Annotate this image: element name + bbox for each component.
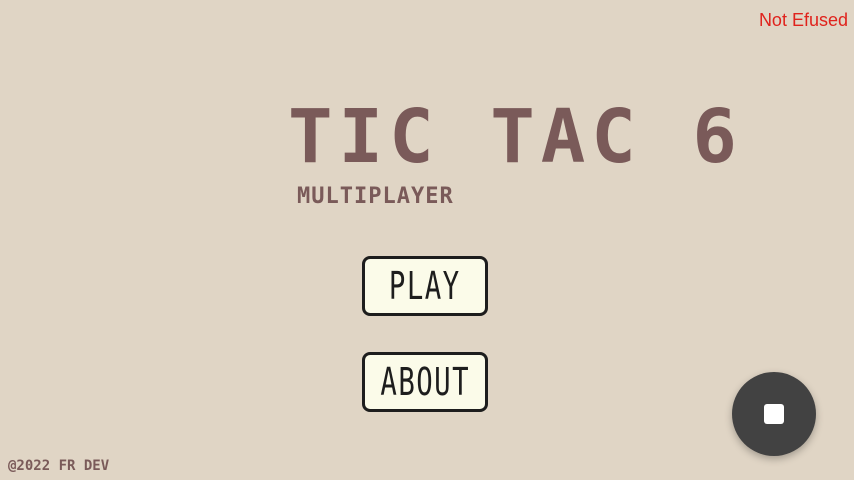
play-button-label: PLAY	[389, 264, 461, 308]
play-button[interactable]: PLAY	[362, 256, 488, 316]
about-button-label: ABOUT	[380, 360, 470, 404]
status-text: Not Efused	[758, 10, 848, 30]
game-subtitle: MULTIPLAYER	[297, 184, 454, 209]
copyright-text: @2022 FR DEV	[8, 458, 110, 474]
about-button[interactable]: ABOUT	[362, 352, 488, 412]
game-title: TIC TAC 6	[288, 94, 743, 180]
stop-icon	[764, 404, 784, 424]
stop-recording-button[interactable]	[732, 372, 816, 456]
